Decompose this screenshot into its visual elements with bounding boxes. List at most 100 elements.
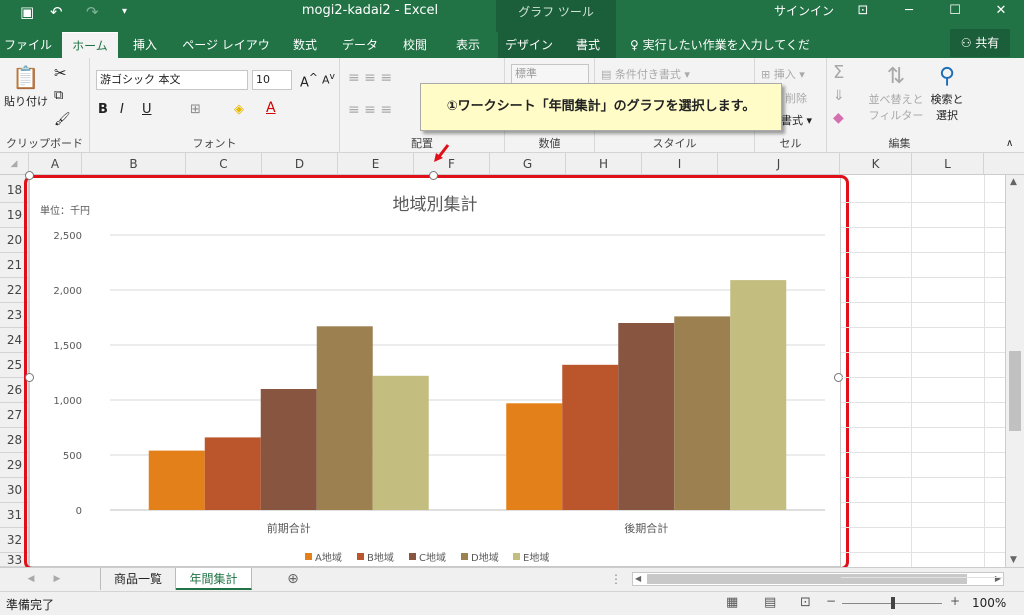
tab-home[interactable]: ホーム [62,32,118,58]
shrink-font-icon[interactable]: Av [322,71,335,87]
maximize-icon[interactable]: ☐ [932,0,978,24]
chart-area[interactable]: 地域別集計 単位：千円 0 500 1,000 1,500 2,000 2,500 前期合計 後期… [29,175,841,567]
row-header[interactable]: 33 [0,553,29,567]
add-sheet-icon[interactable]: ⊕ [284,568,302,590]
row-header[interactable]: 29 [0,453,29,478]
italic-icon[interactable]: I [120,102,124,117]
tab-data[interactable]: データ [336,32,384,58]
row-header[interactable]: 21 [0,253,29,278]
cut-icon[interactable]: ✂ [54,64,67,82]
find-select-button[interactable]: ⚲ 検索と 選択 [927,64,967,123]
normal-view-icon[interactable]: ▦ [726,595,738,610]
undo-icon[interactable]: ↶ [50,3,63,21]
vertical-scrollbar[interactable]: ▲ ▼ [1005,175,1024,567]
collapse-ribbon-icon[interactable]: ∧ [1006,138,1013,149]
font-color-icon[interactable]: A [266,100,276,116]
column-header[interactable]: L [912,153,984,175]
tab-review[interactable]: 校閲 [394,32,436,58]
row-header[interactable]: 27 [0,403,29,428]
next-sheet-icon[interactable]: ▶ [50,568,64,590]
column-header[interactable]: H [566,153,642,175]
tab-insert[interactable]: 挿入 [124,32,166,58]
conditional-formatting-button[interactable]: ▤ 条件付き書式 ▾ [601,66,690,82]
delete-cells-button[interactable]: 削除 [785,90,807,106]
fill-color-icon[interactable]: ◈ [234,102,244,117]
number-format-select[interactable]: 標準 [511,64,589,84]
row-header[interactable]: 22 [0,278,29,303]
column-header[interactable]: E [338,153,414,175]
resize-handle[interactable] [429,171,438,180]
scroll-down-icon[interactable]: ▼ [1010,555,1017,565]
align-top-icon[interactable]: ≡ ≡ ≡ [348,70,392,86]
row-header[interactable]: 31 [0,503,29,528]
zoom-slider-thumb[interactable] [891,597,895,609]
select-all-corner[interactable]: ◢ [0,153,29,175]
bold-icon[interactable]: B [98,102,108,117]
scroll-right-icon[interactable]: ▶ [995,573,1001,585]
font-name-select[interactable]: 游ゴシック 本文 [96,70,248,90]
share-button[interactable]: ⚇ 共有 [950,29,1010,57]
resize-handle[interactable] [25,171,34,180]
minimize-icon[interactable]: ─ [886,0,932,24]
tab-formulas[interactable]: 数式 [284,32,326,58]
clear-icon[interactable]: ◆ [833,110,844,126]
redo-icon[interactable]: ↷ [86,3,99,21]
row-header[interactable]: 19 [0,203,29,228]
zoom-out-icon[interactable]: − [826,594,836,608]
hscroll-thumb[interactable] [647,574,967,584]
row-header[interactable]: 26 [0,378,29,403]
ribbon-display-icon[interactable]: ⊡ [840,0,886,24]
tab-splitter[interactable]: ⋮ [610,568,622,590]
border-icon[interactable]: ⊞ [190,102,201,117]
tab-view[interactable]: 表示 [446,32,490,58]
tab-page-layout[interactable]: ページ レイアウト [178,32,274,78]
column-header[interactable]: B [82,153,186,175]
row-header[interactable]: 32 [0,528,29,553]
copy-icon[interactable]: ⧉ [54,88,63,103]
tab-file[interactable]: ファイル [0,32,56,58]
resize-handle[interactable] [25,373,34,382]
sheet-tab-products[interactable]: 商品一覧 [100,568,176,590]
quick-access-menu-icon[interactable]: ▾ [122,6,127,17]
scroll-thumb[interactable] [1009,351,1021,431]
prev-sheet-icon[interactable]: ◀ [24,568,38,590]
underline-icon[interactable]: U [142,102,152,117]
row-header[interactable]: 24 [0,328,29,353]
column-header[interactable]: J [718,153,840,175]
page-layout-view-icon[interactable]: ▤ [764,595,776,610]
scroll-left-icon[interactable]: ◀ [635,573,641,585]
fill-icon[interactable]: ⇓ [833,88,845,104]
horizontal-scrollbar[interactable]: ◀ ▶ [632,572,1004,586]
column-header[interactable]: A [29,153,82,175]
sheet-tab-annual[interactable]: 年間集計 [176,568,252,590]
row-header[interactable]: 18 [0,178,29,203]
insert-cells-button[interactable]: ⊞ 挿入 ▾ [761,66,805,82]
signin-link[interactable]: サインイン [774,0,834,22]
column-header[interactable]: C [186,153,262,175]
sort-filter-button[interactable]: ⇅ 並べ替えと フィルター [867,64,925,123]
row-header[interactable]: 23 [0,303,29,328]
zoom-level[interactable]: 100% [972,596,1006,610]
tab-format[interactable]: 書式 [560,32,616,58]
close-icon[interactable]: ✕ [978,0,1024,24]
column-header[interactable]: G [490,153,566,175]
tab-design[interactable]: デザイン [498,32,560,58]
row-header[interactable]: 28 [0,428,29,453]
column-header[interactable]: I [642,153,718,175]
page-break-view-icon[interactable]: ⊡ [800,595,811,610]
save-icon[interactable]: ▣ [20,3,34,21]
paste-button[interactable]: 📋 貼り付け [4,66,48,109]
row-header[interactable]: 20 [0,228,29,253]
grow-font-icon[interactable]: A^ [300,71,318,90]
column-header[interactable]: K [840,153,912,175]
tell-me-box[interactable]: ♀ 実行したい作業を入力してください [630,32,820,78]
format-cells-button[interactable]: 書式 ▾ [781,112,812,128]
autosum-icon[interactable]: Σ [833,62,844,83]
font-size-select[interactable]: 10 [252,70,292,90]
column-header[interactable]: D [262,153,338,175]
zoom-in-icon[interactable]: + [950,594,960,608]
format-painter-icon[interactable]: 🖌 [54,112,71,127]
row-header[interactable]: 30 [0,478,29,503]
align-left-icon[interactable]: ≡ ≡ ≡ [348,102,392,118]
scroll-up-icon[interactable]: ▲ [1010,177,1017,187]
